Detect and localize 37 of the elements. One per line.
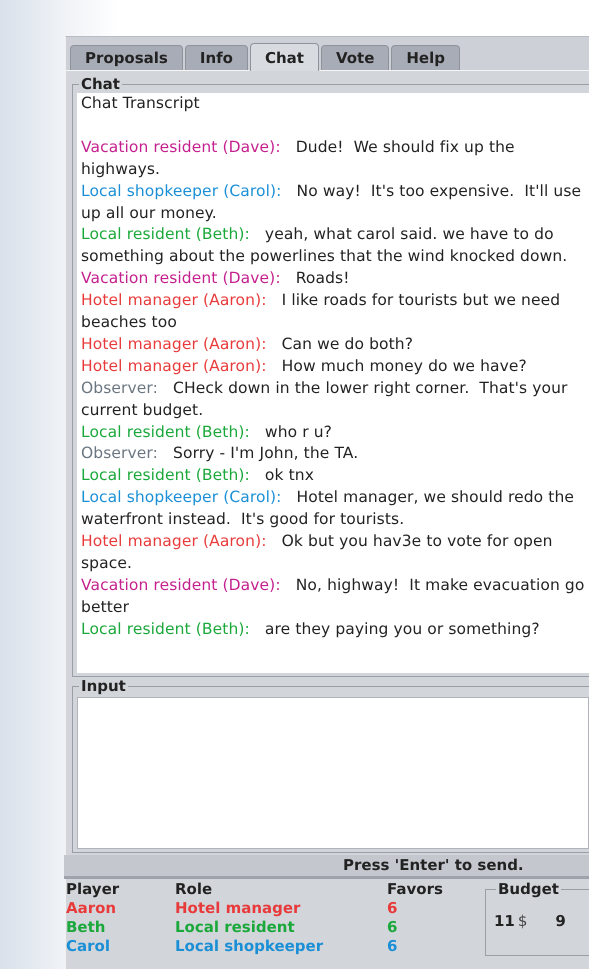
chat-message: Local resident (Beth): are they paying you or something?	[81, 618, 541, 640]
player-favors: 6	[387, 937, 398, 956]
chat-message: Local shopkeeper (Carol): Hotel manager, we should redo the waterfront instead. It's good for tourists.	[81, 487, 576, 530]
tab[interactable]: Help	[391, 45, 460, 70]
send-hint: Press 'Enter' to send.	[64, 855, 589, 879]
chat-message: Observer: Sorry - I'm John, the TA.	[81, 443, 360, 464]
player-role: Local resident	[175, 918, 296, 937]
chat-message: Hotel manager (Aaron): How much money do we have?	[81, 356, 528, 377]
chat-message: Hotel manager (Aaron): Can we do both?	[81, 334, 414, 355]
chat-message: Hotel manager (Aaron): I like roads for tourists but we need beaches too	[81, 290, 562, 334]
tab[interactable]: Chat	[250, 43, 319, 71]
tab[interactable]: Info	[184, 45, 248, 70]
budget-value: 9	[555, 912, 566, 930]
player-role: Hotel manager	[175, 899, 302, 918]
chat-message: Hotel manager (Aaron): Ok but you hav3e to vote for open space.	[81, 531, 554, 574]
chat-message: Local resident (Beth): who r u?	[81, 422, 333, 443]
chat-message: Vacation resident (Dave): Roads!	[81, 268, 351, 290]
group-title: Budget	[496, 880, 561, 898]
tab[interactable]: Proposals	[70, 45, 183, 70]
group-title: Input	[79, 677, 128, 695]
chat-message: Local resident (Beth): ok tnx	[81, 465, 315, 486]
player-favors: 6	[387, 918, 398, 937]
column-header: Role	[175, 880, 214, 899]
tab[interactable]: Vote	[320, 45, 390, 70]
chat-message: Vacation resident (Dave): Dude! We should fix up the highways.	[81, 136, 516, 180]
column-header: Player	[66, 880, 120, 899]
chat-message: Local shopkeeper (Carol): No way! It's too expensive. It'll use up all our money.	[81, 180, 582, 224]
player-name: Aaron	[66, 899, 118, 918]
player-favors: 6	[387, 899, 398, 918]
chat-message: Observer: CHeck down in the lower right corner. That's your current budget.	[81, 378, 568, 421]
player-name: Beth	[66, 918, 106, 937]
player-role: Local shopkeeper	[175, 937, 324, 956]
transcript-heading: Chat Transcript	[81, 93, 201, 114]
column-header: Favors	[387, 880, 444, 899]
chat-message: Local resident (Beth): yeah, what carol said. we have to do something about the powerlines that the wind knocked down.	[81, 224, 568, 268]
budget-amount: 11 $	[494, 912, 528, 930]
player-name: Carol	[66, 937, 111, 956]
